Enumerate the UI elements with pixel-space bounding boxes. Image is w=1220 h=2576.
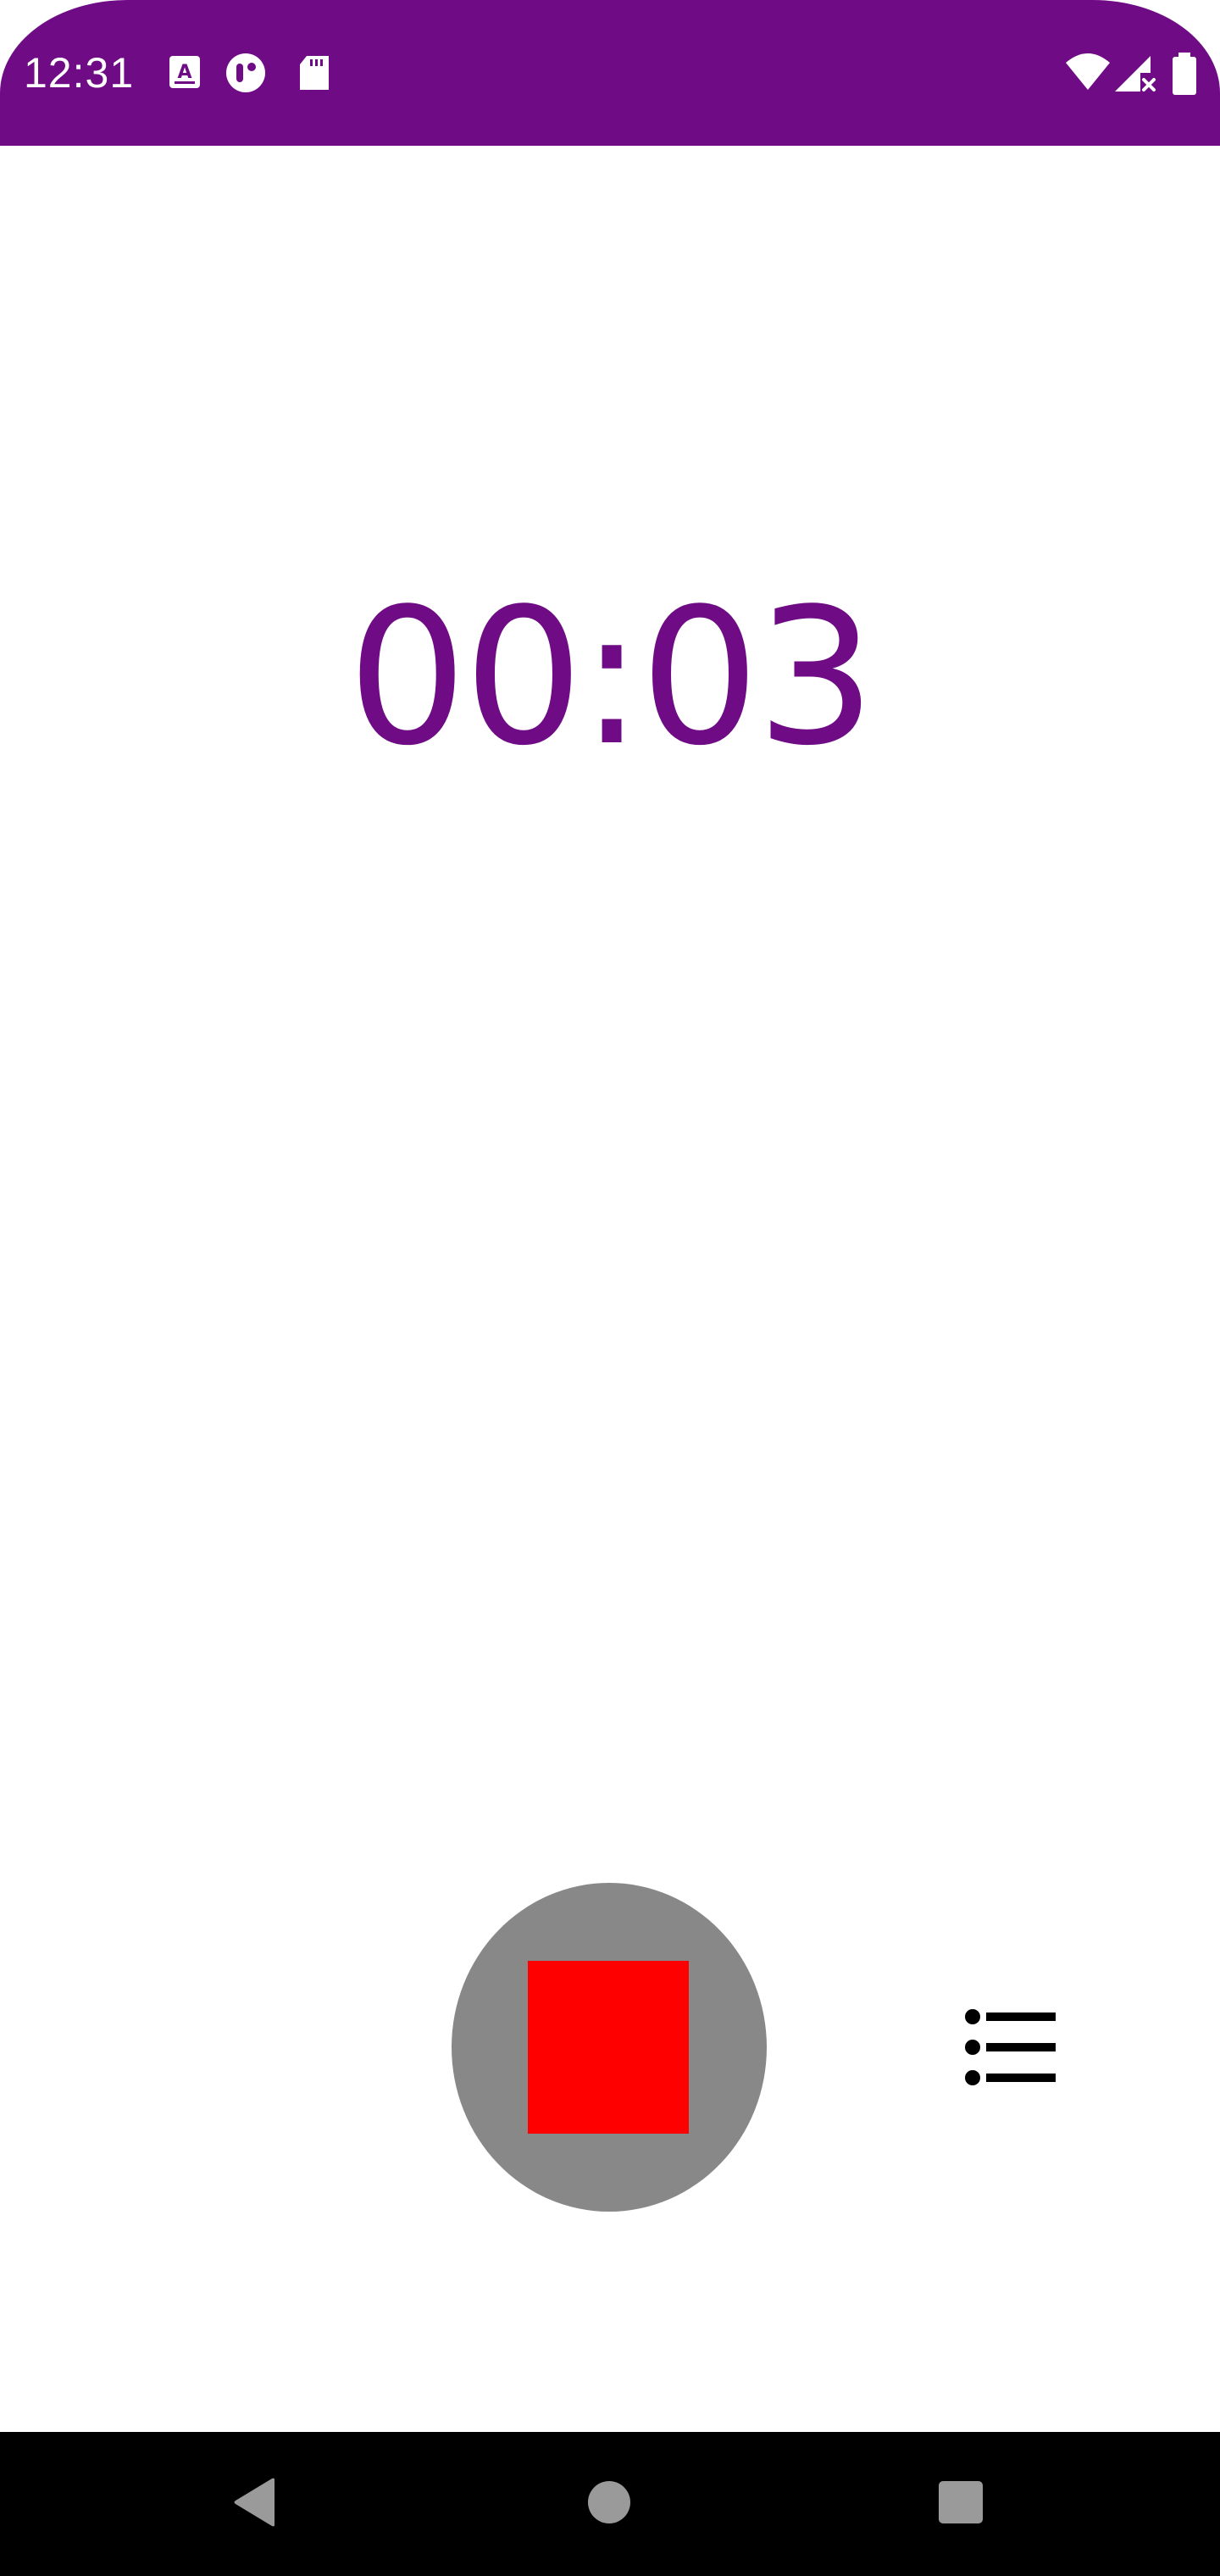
screen: 12:31 A 00:03	[0, 0, 1220, 2576]
wifi-icon	[1064, 49, 1112, 97]
navigation-bar-inner	[0, 2432, 1220, 2576]
status-bar: 12:31 A	[0, 0, 1220, 146]
recents-icon[interactable]	[937, 2479, 984, 2525]
home-icon[interactable]	[586, 2479, 632, 2525]
stop-icon	[528, 1961, 689, 2134]
back-icon[interactable]	[230, 2476, 278, 2529]
cell-signal-off-icon	[1112, 49, 1159, 97]
elapsed-time: 00:03	[347, 569, 876, 787]
recordings-list-button[interactable]	[959, 2003, 1061, 2091]
svg-text:A: A	[177, 62, 191, 83]
navigation-bar	[0, 2432, 1220, 2576]
sd-card-icon	[295, 53, 336, 93]
battery-icon	[1169, 53, 1200, 97]
stop-recording-button[interactable]	[452, 1883, 767, 2212]
status-time: 12:31	[24, 49, 135, 97]
list-icon	[965, 2009, 1056, 2085]
font-download-icon: A	[166, 53, 207, 93]
podcast-app-icon	[225, 53, 266, 93]
